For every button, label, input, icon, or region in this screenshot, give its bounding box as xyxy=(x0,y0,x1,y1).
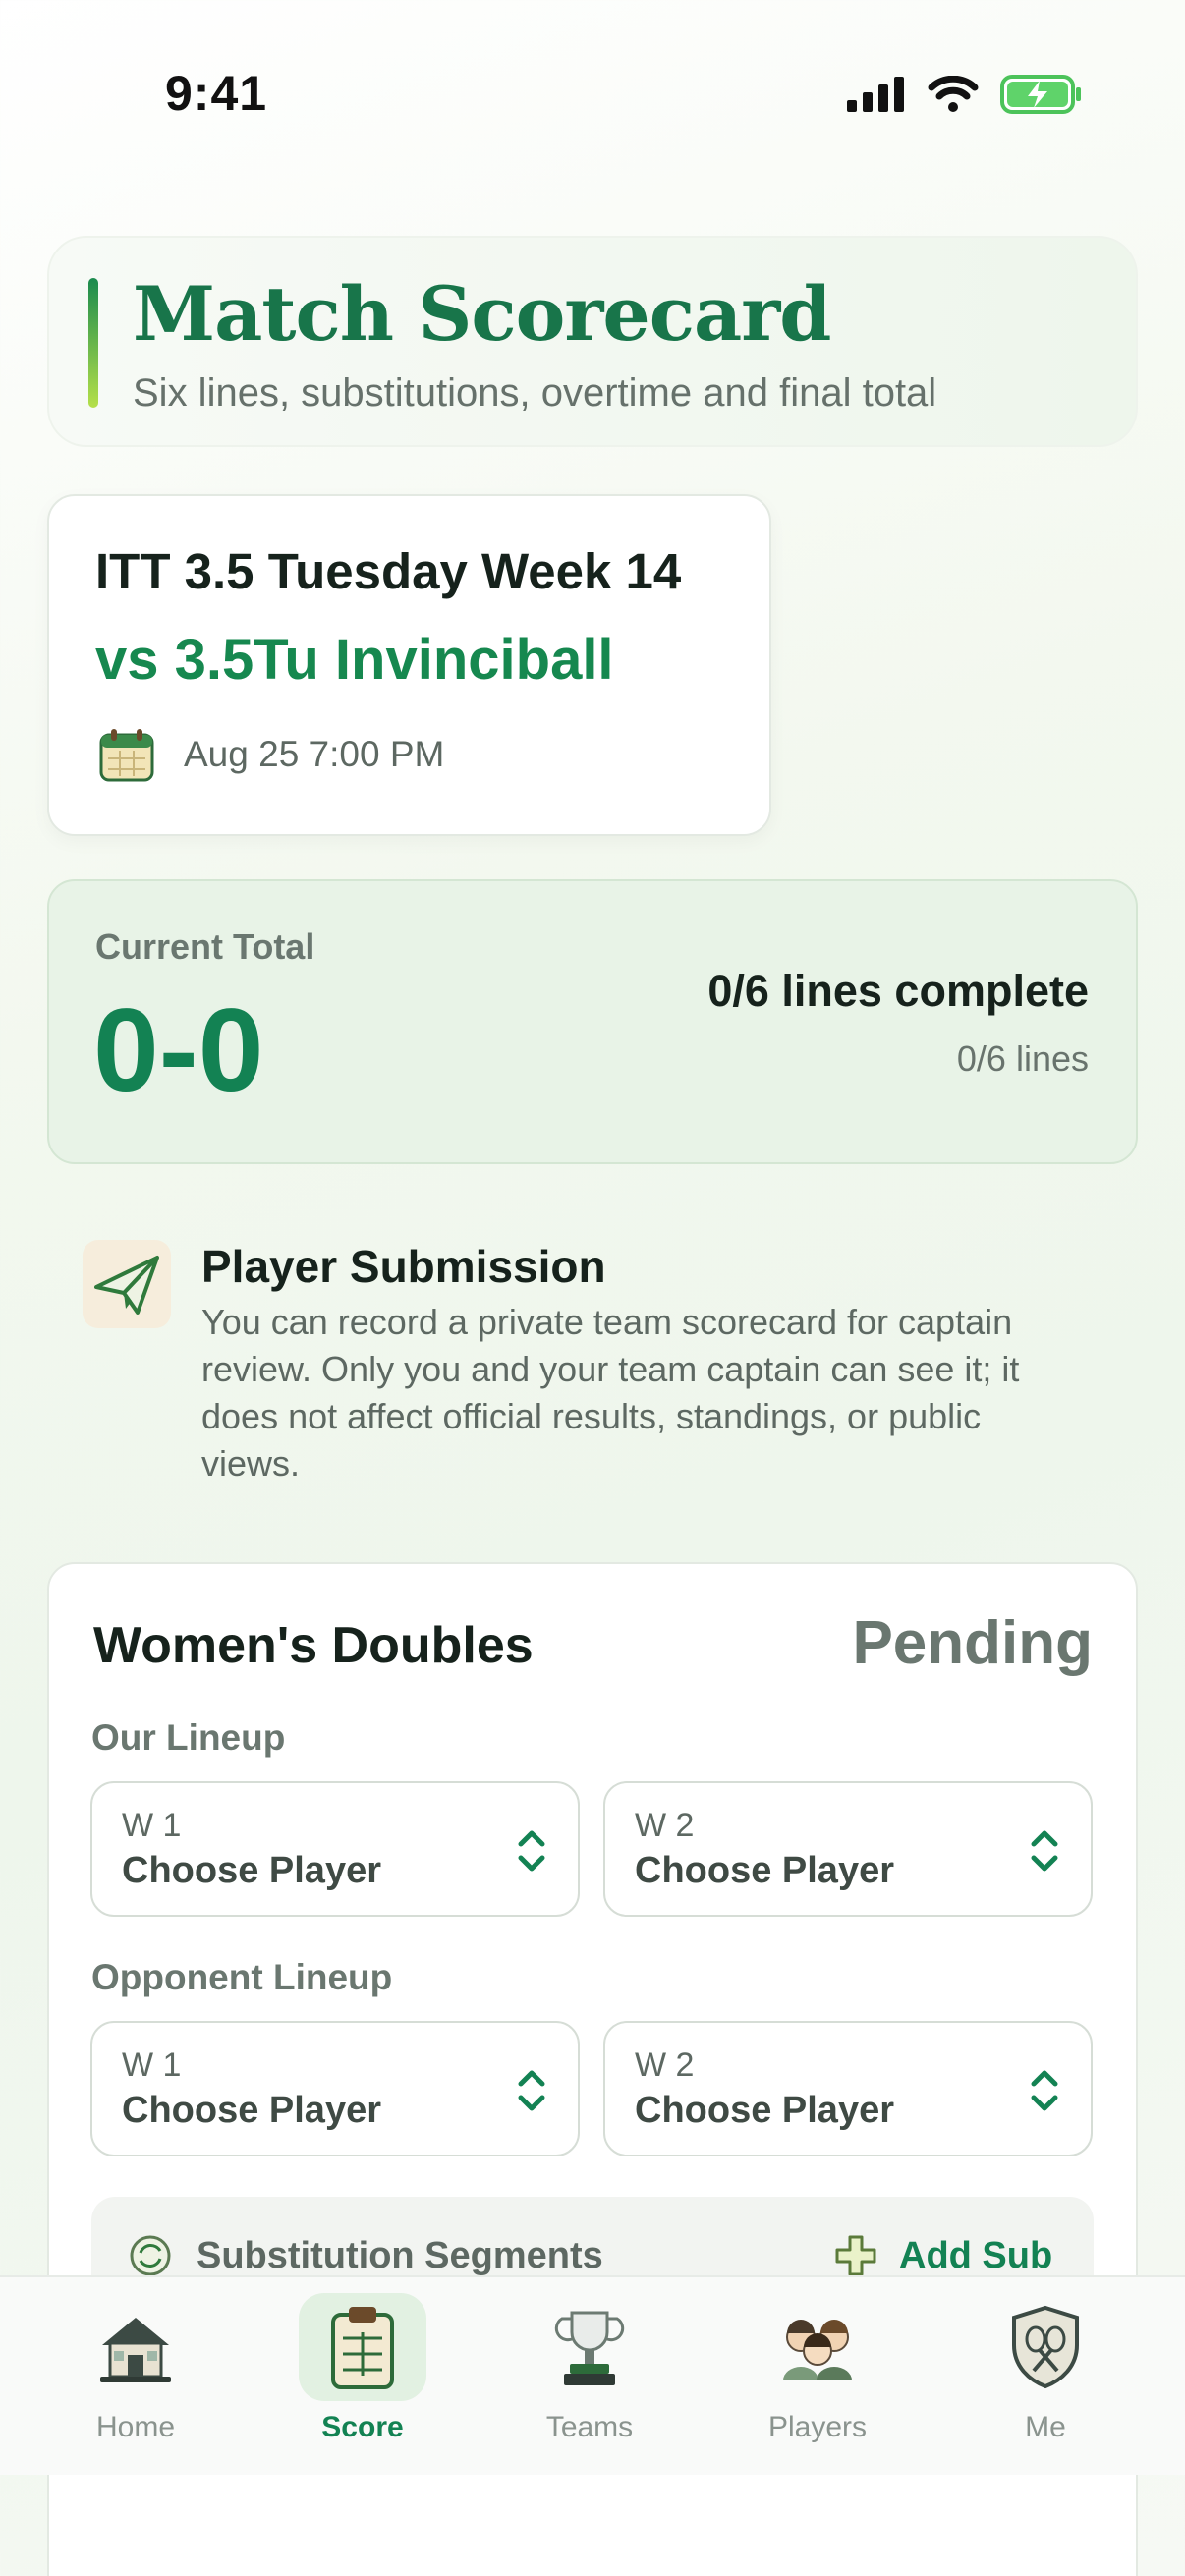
slot-label: W 1 xyxy=(122,2046,182,2084)
house-icon xyxy=(100,2318,171,2382)
header-accent-bar xyxy=(88,278,98,408)
chevron-up-down-icon xyxy=(518,2070,545,2111)
add-sub-button[interactable]: Add Sub xyxy=(899,2235,1052,2277)
lines-count: 0/6 lines xyxy=(956,1038,1089,1079)
match-opponent: vs 3.5Tu Invinciball xyxy=(95,628,614,692)
add-icon[interactable] xyxy=(833,2233,878,2278)
paper-plane-icon xyxy=(83,1240,171,1328)
tab-label: Me xyxy=(1025,2411,1066,2443)
chevron-up-down-icon xyxy=(1031,2070,1058,2111)
status-icons xyxy=(847,75,1083,114)
tab-me[interactable]: Me xyxy=(967,2293,1124,2444)
submission-title: Player Submission xyxy=(201,1241,606,1292)
match-league: ITT 3.5 Tuesday Week 14 xyxy=(95,543,682,599)
swap-icon xyxy=(130,2235,171,2276)
line-status: Pending xyxy=(852,1609,1093,1677)
our-player-2-select[interactable]: W 2 Choose Player xyxy=(603,1781,1093,1917)
tab-score[interactable]: Score xyxy=(284,2293,441,2444)
selected-player: Choose Player xyxy=(635,1850,894,1891)
opponent-player-2-select[interactable]: W 2 Choose Player xyxy=(603,2021,1093,2156)
page-subtitle: Six lines, substitutions, overtime and f… xyxy=(133,371,937,415)
opponent-lineup-label: Opponent Lineup xyxy=(91,1957,393,1997)
slot-label: W 1 xyxy=(122,1807,182,1844)
tab-players[interactable]: Players xyxy=(739,2293,896,2444)
trophy-icon xyxy=(554,2311,625,2385)
tab-teams[interactable]: Teams xyxy=(511,2293,668,2444)
tab-label: Score xyxy=(321,2411,404,2443)
chevron-up-down-icon xyxy=(1031,1830,1058,1872)
tab-label: Teams xyxy=(545,2411,634,2443)
players-icon xyxy=(783,2320,852,2380)
battery-charging-icon xyxy=(1000,75,1081,114)
total-score: 0-0 xyxy=(93,984,264,1116)
opponent-player-1-select[interactable]: W 1 Choose Player xyxy=(90,2021,580,2156)
tab-label: Home xyxy=(95,2411,176,2443)
selected-player: Choose Player xyxy=(122,1850,381,1891)
tab-home[interactable]: Home xyxy=(57,2293,214,2444)
match-datetime: Aug 25 7:00 PM xyxy=(184,734,445,774)
shield-icon xyxy=(1012,2305,1079,2389)
page-title: Match Scorecard xyxy=(133,270,831,358)
chevron-up-down-icon xyxy=(518,1830,545,1872)
selected-player: Choose Player xyxy=(635,2090,894,2131)
selected-player: Choose Player xyxy=(122,2090,381,2131)
total-label: Current Total xyxy=(95,926,315,967)
our-lineup-label: Our Lineup xyxy=(91,1717,286,1758)
slot-label: W 2 xyxy=(635,1807,695,1844)
submission-description: You can record a private team scorecard … xyxy=(201,1302,1020,1484)
line-title: Women's Doubles xyxy=(93,1617,534,1674)
lines-complete-text: 0/6 lines complete xyxy=(707,966,1089,1016)
our-player-1-select[interactable]: W 1 Choose Player xyxy=(90,1781,580,1917)
cellular-signal-icon xyxy=(847,77,904,112)
slot-label: W 2 xyxy=(635,2046,695,2084)
substitution-segments-label: Substitution Segments xyxy=(197,2235,603,2276)
tab-label: Players xyxy=(767,2411,868,2443)
wifi-icon xyxy=(928,76,979,112)
status-time: 9:41 xyxy=(165,66,268,121)
calendar-icon xyxy=(99,729,154,782)
clipboard-icon xyxy=(331,2307,394,2389)
